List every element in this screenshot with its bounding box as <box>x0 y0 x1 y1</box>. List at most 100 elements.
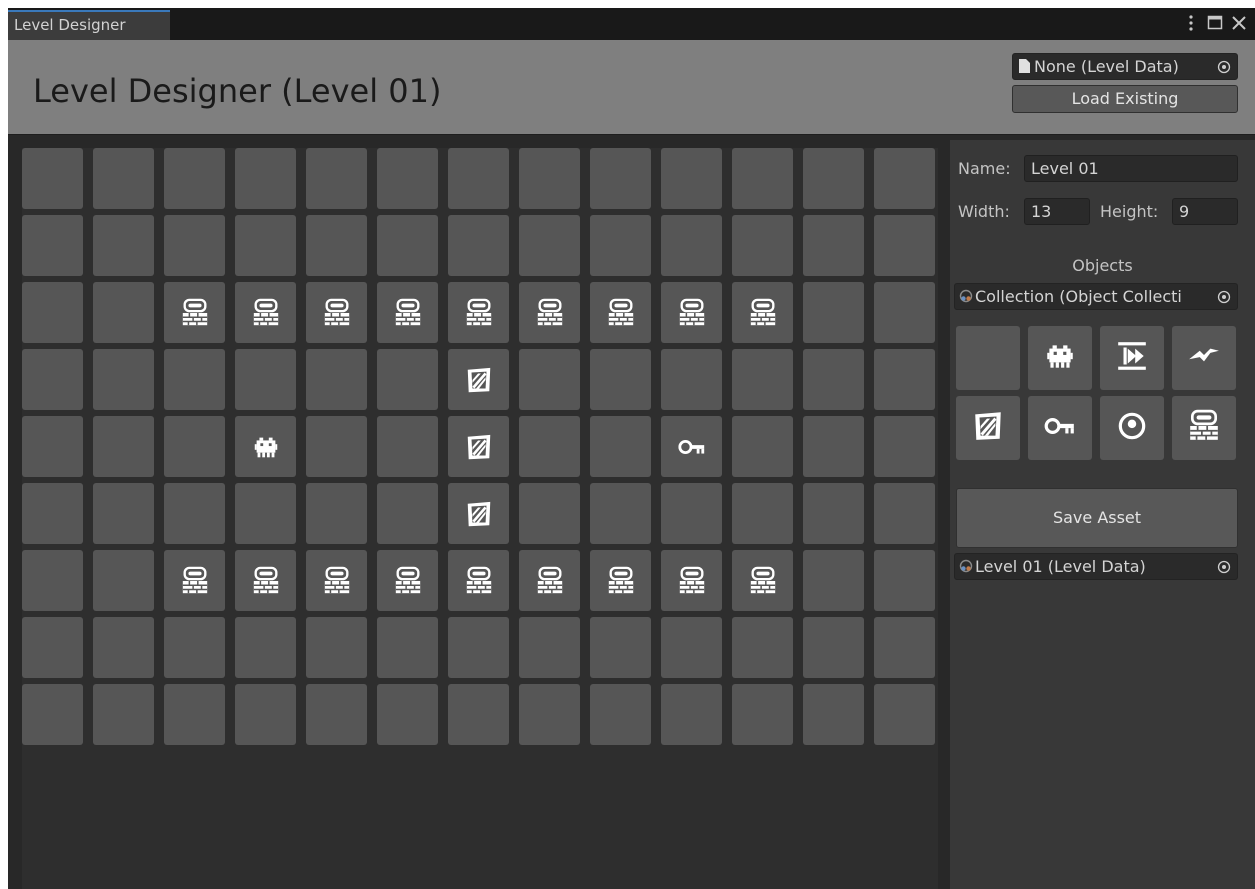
grid-cell[interactable] <box>732 349 793 410</box>
grid-cell[interactable] <box>803 416 864 477</box>
object-picker-icon[interactable] <box>1211 54 1237 79</box>
grid-cell[interactable] <box>306 684 367 745</box>
grid-cell[interactable] <box>874 684 935 745</box>
grid-cell[interactable] <box>590 617 651 678</box>
grid-cell[interactable] <box>590 416 651 477</box>
grid-cell[interactable] <box>519 282 580 343</box>
grid-cell[interactable] <box>874 148 935 209</box>
grid-cell[interactable] <box>377 416 438 477</box>
load-existing-button[interactable]: Load Existing <box>1012 85 1238 113</box>
palette-item-empty[interactable] <box>956 326 1020 390</box>
grid-cell[interactable] <box>448 215 509 276</box>
grid-cell[interactable] <box>306 148 367 209</box>
grid-cell[interactable] <box>306 349 367 410</box>
tab-level-designer[interactable]: Level Designer <box>8 10 170 40</box>
grid-cell[interactable] <box>22 617 83 678</box>
grid-cell[interactable] <box>874 282 935 343</box>
grid-cell[interactable] <box>519 349 580 410</box>
width-field[interactable] <box>1024 198 1090 225</box>
grid-cell[interactable] <box>448 684 509 745</box>
grid-cell[interactable] <box>22 148 83 209</box>
grid-cell[interactable] <box>306 617 367 678</box>
grid-cell[interactable] <box>164 282 225 343</box>
close-icon[interactable] <box>1231 11 1247 35</box>
grid-cell[interactable] <box>164 349 225 410</box>
maximize-icon[interactable] <box>1207 11 1223 35</box>
grid-cell[interactable] <box>93 215 154 276</box>
grid-cell[interactable] <box>235 617 296 678</box>
grid-cell[interactable] <box>377 617 438 678</box>
grid-cell[interactable] <box>732 684 793 745</box>
grid-cell[interactable] <box>377 684 438 745</box>
grid-cell[interactable] <box>448 148 509 209</box>
grid-cell[interactable] <box>519 684 580 745</box>
palette-item-ring[interactable] <box>1100 396 1164 460</box>
grid-cell[interactable] <box>22 349 83 410</box>
grid-cell[interactable] <box>732 483 793 544</box>
height-field[interactable] <box>1172 198 1238 225</box>
grid-cell[interactable] <box>661 215 722 276</box>
palette-item-exit[interactable] <box>1100 326 1164 390</box>
grid-cell[interactable] <box>590 148 651 209</box>
grid-cell[interactable] <box>164 483 225 544</box>
save-asset-button[interactable]: Save Asset <box>956 488 1238 548</box>
grid-cell[interactable] <box>661 148 722 209</box>
grid-cell[interactable] <box>22 483 83 544</box>
grid-cell[interactable] <box>803 550 864 611</box>
grid-cell[interactable] <box>874 416 935 477</box>
grid-cell[interactable] <box>874 349 935 410</box>
palette-item-bolt[interactable] <box>1172 326 1236 390</box>
grid-cell[interactable] <box>93 282 154 343</box>
grid-cell[interactable] <box>519 483 580 544</box>
grid-cell[interactable] <box>164 684 225 745</box>
grid-cell[interactable] <box>803 483 864 544</box>
grid-cell[interactable] <box>306 282 367 343</box>
grid-cell[interactable] <box>448 483 509 544</box>
grid-cell[interactable] <box>93 483 154 544</box>
grid-cell[interactable] <box>164 215 225 276</box>
grid-cell[interactable] <box>732 416 793 477</box>
grid-cell[interactable] <box>93 617 154 678</box>
grid-cell[interactable] <box>377 215 438 276</box>
grid-cell[interactable] <box>93 349 154 410</box>
name-field[interactable] <box>1024 155 1238 182</box>
grid-cell[interactable] <box>874 617 935 678</box>
more-icon[interactable] <box>1183 11 1199 35</box>
grid-cell[interactable] <box>22 684 83 745</box>
grid-cell[interactable] <box>519 617 580 678</box>
grid-cell[interactable] <box>519 550 580 611</box>
grid-cell[interactable] <box>22 550 83 611</box>
grid-cell[interactable] <box>590 282 651 343</box>
grid-cell[interactable] <box>377 349 438 410</box>
grid-cell[interactable] <box>235 215 296 276</box>
grid-cell[interactable] <box>661 684 722 745</box>
grid-cell[interactable] <box>732 617 793 678</box>
grid-cell[interactable] <box>590 215 651 276</box>
grid-cell[interactable] <box>377 148 438 209</box>
grid-cell[interactable] <box>661 416 722 477</box>
grid-cell[interactable] <box>235 416 296 477</box>
grid-cell[interactable] <box>519 215 580 276</box>
grid-cell[interactable] <box>235 483 296 544</box>
grid-cell[interactable] <box>164 148 225 209</box>
grid-cell[interactable] <box>590 483 651 544</box>
level-data-field[interactable]: None (Level Data) <box>1012 53 1238 80</box>
grid-cell[interactable] <box>235 148 296 209</box>
grid-cell[interactable] <box>22 416 83 477</box>
grid-cell[interactable] <box>590 349 651 410</box>
grid-cell[interactable] <box>235 550 296 611</box>
grid-cell[interactable] <box>519 416 580 477</box>
grid-cell[interactable] <box>732 550 793 611</box>
object-picker-icon[interactable] <box>1211 554 1237 579</box>
grid-cell[interactable] <box>93 148 154 209</box>
grid-cell[interactable] <box>661 483 722 544</box>
grid-cell[interactable] <box>164 617 225 678</box>
grid-cell[interactable] <box>519 148 580 209</box>
palette-item-creature[interactable] <box>1028 326 1092 390</box>
grid-cell[interactable] <box>235 349 296 410</box>
grid-cell[interactable] <box>661 349 722 410</box>
grid-cell[interactable] <box>661 550 722 611</box>
grid-cell[interactable] <box>803 617 864 678</box>
grid-cell[interactable] <box>874 215 935 276</box>
grid-cell[interactable] <box>803 148 864 209</box>
